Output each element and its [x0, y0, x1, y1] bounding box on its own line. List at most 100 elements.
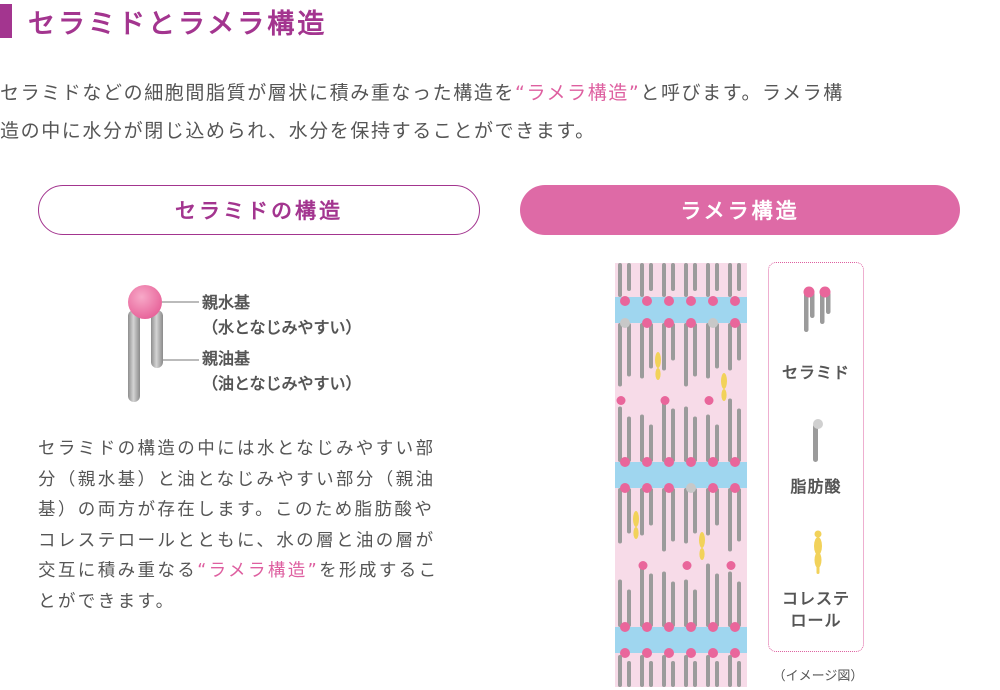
hydrophobic-tail-right: [151, 310, 163, 368]
title-accent-bar: [0, 4, 12, 38]
lipid-tail: [649, 573, 653, 627]
lipid-tail: [640, 488, 644, 536]
hydrophilic-name: 親水基: [202, 293, 251, 312]
ceramide-head: [730, 483, 740, 493]
intro-line1-after: と呼びます。ラメラ構: [640, 82, 844, 104]
lipid-tail: [706, 323, 710, 379]
lipid-tail: [693, 263, 697, 291]
water-layer: [615, 297, 747, 323]
lipid-tail: [715, 661, 719, 687]
lipid-tail: [640, 323, 644, 379]
lipid-tail: [640, 414, 644, 462]
ceramide-head: [682, 561, 692, 570]
ceramide-head: [620, 296, 630, 306]
ceramide-head: [660, 396, 670, 405]
lipid-tail: [640, 655, 644, 687]
lipid-tail: [684, 655, 688, 687]
lipid-tail: [671, 661, 675, 687]
intro-line1-before: セラミドなどの細胞間脂質が層状に積み重なった構造を: [0, 82, 516, 104]
lipid-tail: [715, 488, 719, 526]
hydrophilic-label: 親水基 （水となじみやすい）: [202, 290, 362, 340]
lipid-tail: [618, 263, 622, 297]
lamellar-structure-diagram: [615, 263, 747, 687]
lipid-tail: [662, 263, 666, 297]
legend-ceramide-label: セラミド: [781, 363, 850, 382]
desc-highlight: “ラメラ構造”: [197, 561, 320, 581]
ceramide-head: [708, 483, 718, 493]
legend-cholesterol-line1: コレステ: [781, 589, 850, 608]
cholesterol: [721, 373, 727, 389]
lipid-tail: [640, 263, 644, 297]
legend-cholesterol-label: コレステ ロール: [768, 588, 864, 632]
desc-line2: 分（親水基）と油となじみやすい部分（親油: [38, 469, 436, 490]
ceramide-head: [708, 296, 718, 306]
intro-text: セラミドなどの細胞間脂質が層状に積み重なった構造を“ラメラ構造”と呼びます。ラメ…: [0, 74, 1000, 150]
ceramide-head: [686, 318, 696, 328]
lipid-tail: [728, 655, 732, 687]
lipid-tail: [618, 488, 622, 544]
lipid-tail: [640, 563, 644, 627]
lipid-tail: [737, 581, 741, 627]
ceramide-head: [686, 622, 696, 632]
lipid-tail: [715, 263, 719, 291]
ceramide-head: [730, 296, 740, 306]
ceramide-head: [730, 318, 740, 328]
desc-line4: コレステロールとともに、水の層と油の層が: [38, 530, 436, 551]
ceramide-head: [726, 561, 736, 570]
lipid-tail: [649, 488, 653, 526]
lipid-tail: [684, 406, 688, 462]
legend-cholesterol-icon: [814, 530, 822, 574]
lipid-tail: [671, 323, 675, 361]
lipid-tail: [671, 263, 675, 291]
lipid-tail: [684, 323, 688, 387]
ceramide-head: [642, 457, 652, 467]
desc-line3: 基）の両方が存在します。このため脂肪酸や: [38, 500, 435, 520]
lipid-tail: [649, 323, 653, 369]
ceramide-head: [730, 622, 740, 632]
lipid-tail: [706, 563, 710, 627]
lipid-tail: [627, 323, 631, 377]
image-caption: （イメージ図）: [772, 669, 864, 684]
ceramide-head: [664, 457, 674, 467]
lipid-tail: [618, 655, 622, 687]
legend-cholesterol-line2: ロール: [790, 611, 842, 630]
intro-highlight: “ラメラ構造”: [515, 82, 641, 104]
legend-ceramide-icon: [803, 286, 831, 332]
lipid-tail: [618, 579, 622, 627]
hydrophobic-tail-left: [128, 310, 140, 402]
lipid-tail: [728, 263, 732, 297]
lipid-tail: [737, 323, 741, 361]
lipid-tail: [649, 424, 653, 462]
lipid-tail: [627, 416, 631, 462]
page-title: セラミドとラメラ構造: [28, 9, 328, 40]
intro-line2: 造の中に水分が閉じ込められ、水分を保持することができます。: [0, 120, 596, 142]
ceramide-head: [638, 561, 648, 570]
lipid-tail: [671, 408, 675, 462]
desc-line6: とができます。: [38, 591, 176, 612]
legend-fatty-acid-icon: [813, 419, 823, 462]
lamellar-structure-heading: ラメラ構造: [520, 185, 960, 235]
ceramide-head: [620, 622, 630, 632]
lipophilic-note: （油となじみやすい）: [202, 374, 362, 393]
lipid-tail: [706, 414, 710, 462]
lipid-tail: [737, 263, 741, 291]
lipid-tail: [618, 323, 622, 387]
hydrophilic-note: （水となじみやすい）: [202, 318, 362, 337]
lipid-tail: [728, 488, 732, 552]
ceramide-structure-heading: セラミドの構造: [38, 185, 480, 235]
lipid-tail: [715, 424, 719, 462]
lipid-tail: [684, 263, 688, 297]
lipid-tail: [706, 655, 710, 687]
lipid-tail: [693, 488, 697, 534]
lipophilic-label: 親油基 （油となじみやすい）: [202, 346, 362, 396]
lipid-tail: [693, 589, 697, 627]
water-layer: [615, 462, 747, 488]
lipid-tail: [728, 571, 732, 627]
lipid-tail: [662, 398, 666, 462]
ceramide-head: [686, 296, 696, 306]
lipid-tail: [728, 398, 732, 462]
lipid-tail: [627, 488, 631, 534]
ceramide-head: [730, 457, 740, 467]
ceramide-head: [664, 318, 674, 328]
lipid-tail: [627, 589, 631, 627]
